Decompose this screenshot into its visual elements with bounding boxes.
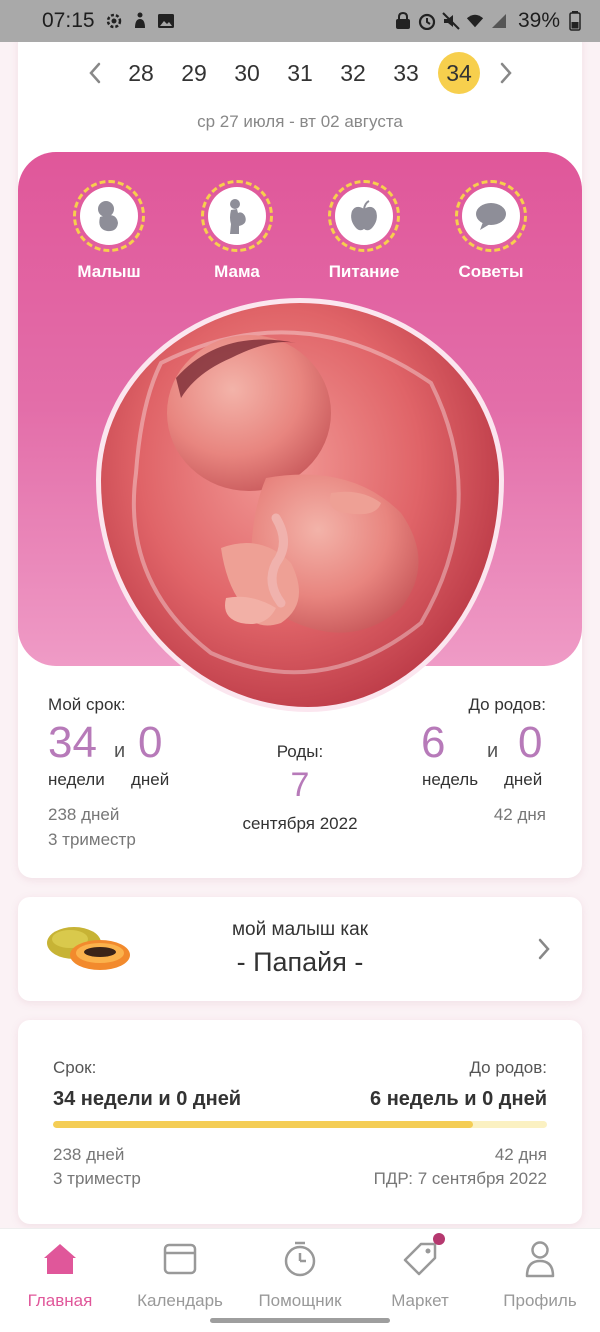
nav-profile-label: Профиль [503, 1291, 577, 1310]
chat-bubble-icon [476, 203, 506, 230]
nav-calendar[interactable]: Календарь [120, 1239, 240, 1311]
battery-icon [566, 11, 584, 31]
image-icon [157, 12, 175, 30]
chevron-left-icon [88, 62, 100, 84]
pregnant-mother-icon [230, 199, 246, 234]
next-week-button[interactable] [486, 53, 526, 93]
nav-assistant[interactable]: Помощник [240, 1239, 360, 1311]
baby-icon [98, 201, 118, 232]
week-date-range: ср 27 июля - вт 02 августа [197, 112, 403, 131]
term-progress-bar [53, 1121, 547, 1128]
wifi-icon [466, 12, 484, 30]
week-31[interactable]: 31 [279, 52, 321, 94]
nav-market[interactable]: Маркет [360, 1233, 480, 1311]
week-29[interactable]: 29 [173, 52, 215, 94]
prev-week-button[interactable] [75, 53, 115, 93]
category-nutrition[interactable]: Питание [327, 180, 401, 281]
week-34-selected[interactable]: 34 [438, 52, 480, 94]
until-birth-label: До родов: [468, 695, 546, 714]
home-icon [44, 1244, 76, 1274]
category-tips[interactable]: Советы [454, 180, 528, 281]
lock-icon [394, 12, 412, 30]
accessibility-icon [131, 12, 149, 30]
profile-icon [525, 1241, 555, 1278]
term-progress-fill [53, 1121, 473, 1128]
mute-icon [442, 12, 460, 30]
days-passed: 238 дней [53, 1145, 125, 1164]
fetus-illustration[interactable] [96, 298, 504, 712]
remaining-weeks-value: 6 [421, 718, 446, 767]
nav-calendar-label: Календарь [137, 1291, 223, 1310]
baby-size-subtitle: мой малыш как [231, 919, 369, 940]
category-tips-label: Советы [458, 262, 524, 281]
nav-profile[interactable]: Профиль [480, 1239, 600, 1311]
baby-size-fruit: - Папайя - [236, 947, 364, 977]
nav-home[interactable]: Главная [0, 1239, 120, 1311]
signal-icon [490, 12, 508, 30]
apple-icon [351, 200, 377, 231]
remaining-days-value: 0 [518, 718, 543, 767]
remaining-total-days: 42 дня [493, 805, 546, 824]
category-baby[interactable]: Малыш [72, 180, 146, 281]
progress-trimester: 3 триместр [53, 1169, 141, 1188]
week-selector: 28 29 30 31 32 33 34 [0, 44, 600, 102]
category-mom[interactable]: Мама [200, 180, 274, 281]
calendar-icon [163, 1243, 197, 1275]
baby-size-card[interactable]: мой малыш как - Папайя - [18, 897, 582, 1001]
nav-home-label: Главная [27, 1291, 93, 1310]
my-term-label: Мой срок: [48, 695, 126, 714]
week-32[interactable]: 32 [332, 52, 374, 94]
battery-percent: 39% [517, 9, 560, 32]
status-time: 07:15 [42, 9, 95, 32]
days-left: 42 дня [494, 1145, 547, 1164]
week-28[interactable]: 28 [120, 52, 162, 94]
until-label: До родов: [469, 1058, 547, 1077]
home-indicator[interactable] [210, 1318, 390, 1323]
week-30[interactable]: 30 [226, 52, 268, 94]
term-progress-card: Срок: До родов: 34 недели и 0 дней 6 нед… [18, 1020, 582, 1224]
until-value: 6 недель и 0 дней [370, 1088, 547, 1110]
remaining-weeks-unit: недель [422, 770, 479, 789]
bottom-navigation: Главная Календарь Помощник Маркет Профил… [0, 1228, 600, 1332]
timer-icon [284, 1241, 316, 1277]
chevron-right-icon [538, 938, 550, 960]
market-badge [433, 1233, 445, 1245]
remaining-days-unit: дней [504, 770, 543, 789]
birth-label: Роды: [276, 742, 324, 761]
week-33[interactable]: 33 [385, 52, 427, 94]
due-date: ПДР: 7 сентября 2022 [373, 1169, 547, 1188]
settings-icon [105, 12, 123, 30]
tag-icon [403, 1242, 437, 1276]
alarm-icon [418, 12, 436, 30]
and-label-right: и [487, 740, 499, 762]
status-bar: 07:15 39% [0, 0, 600, 42]
chevron-right-icon [500, 62, 512, 84]
term-label: Срок: [53, 1058, 97, 1077]
term-value: 34 недели и 0 дней [53, 1088, 242, 1110]
nav-assistant-label: Помощник [258, 1291, 342, 1310]
nav-market-label: Маркет [391, 1291, 449, 1310]
